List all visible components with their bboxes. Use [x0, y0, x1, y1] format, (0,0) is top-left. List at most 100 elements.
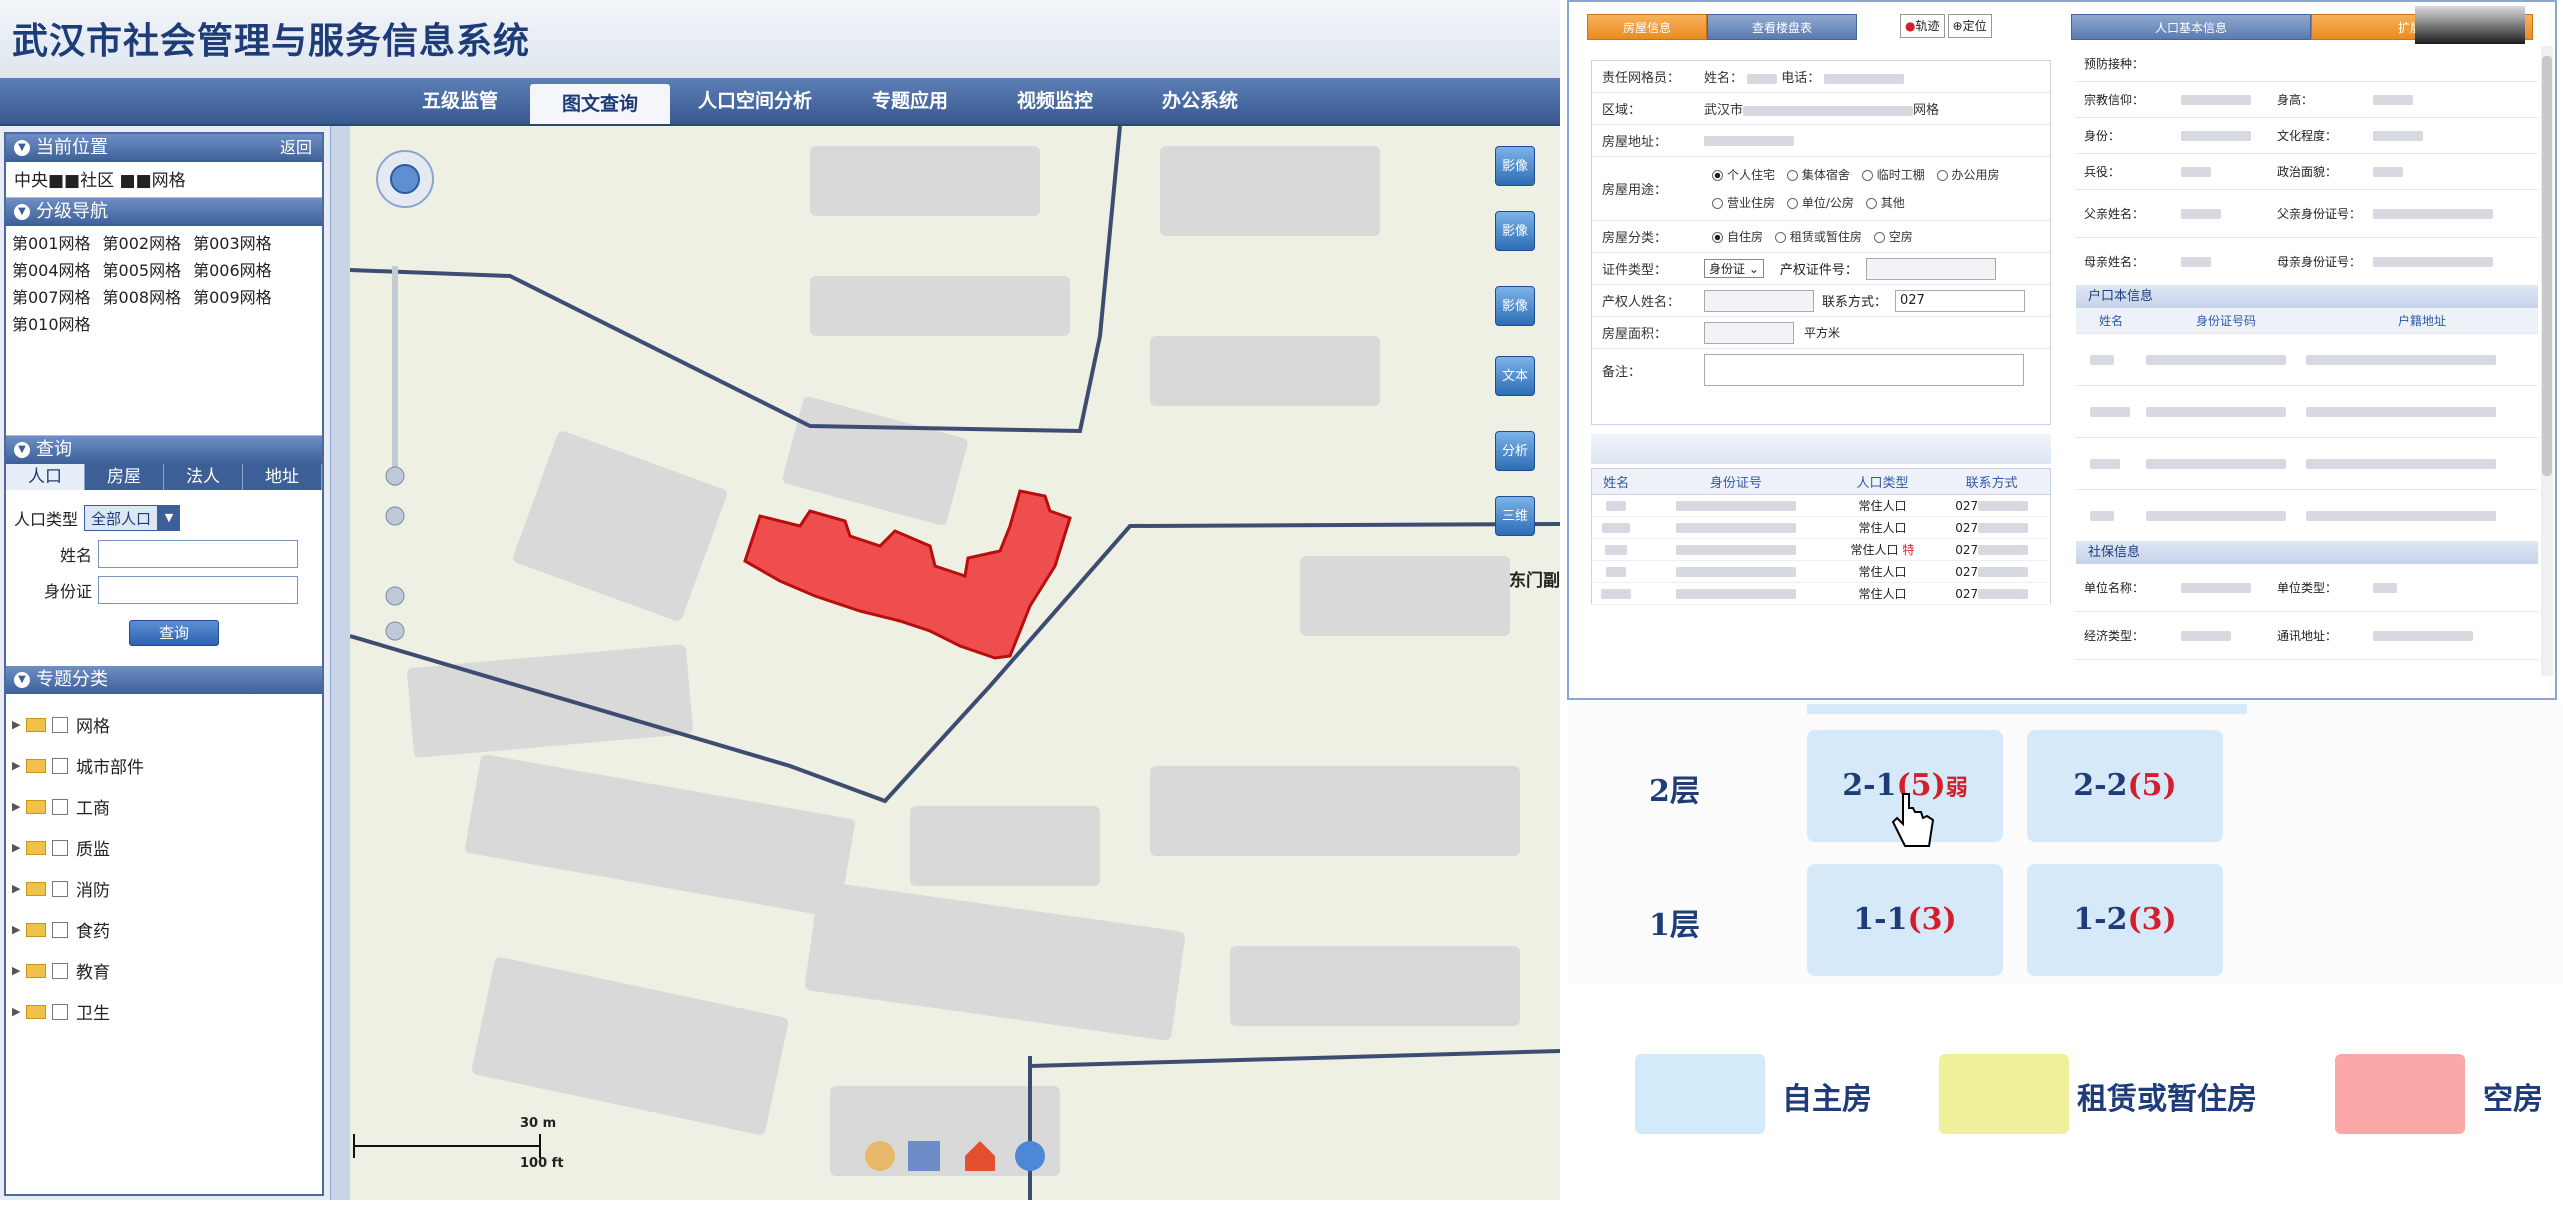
topic-item[interactable]: ▶ 城市部件 — [12, 745, 316, 786]
table-row[interactable]: 常住人口 027 — [1591, 582, 2051, 605]
query-button[interactable]: 查询 — [129, 620, 219, 646]
radio-button[interactable] — [1861, 169, 1873, 181]
note-textarea[interactable] — [1704, 354, 2024, 386]
topic-checkbox[interactable] — [52, 839, 68, 856]
unit-1-2[interactable]: 1-2(3) — [2027, 864, 2223, 976]
table-row[interactable]: 常住人口 特 027 — [1591, 538, 2051, 561]
map-tool-imagery[interactable]: 影像 — [1495, 286, 1535, 326]
expand-icon[interactable]: ▶ — [12, 800, 22, 813]
expand-icon[interactable]: ▶ — [12, 841, 22, 854]
unit-1-1[interactable]: 1-1(3) — [1807, 864, 2003, 976]
topic-label: 工商 — [76, 799, 110, 819]
topic-item[interactable]: ▶ 消防 — [12, 868, 316, 909]
map-tool-imagery[interactable]: 影像 — [1495, 146, 1535, 186]
back-link[interactable]: 返回 — [280, 134, 312, 162]
topic-item[interactable]: ▶ 质监 — [12, 827, 316, 868]
nav-five-level[interactable]: 五级监管 — [390, 78, 530, 124]
radio-button[interactable] — [1786, 169, 1798, 181]
radio-button[interactable] — [1774, 232, 1786, 243]
radio-button[interactable] — [1712, 169, 1723, 181]
tab-population[interactable]: 人口 — [6, 464, 85, 490]
expand-icon[interactable]: ▶ — [12, 964, 22, 977]
chevron-down-icon[interactable]: ▼ — [158, 505, 181, 531]
radio-button[interactable] — [1873, 232, 1885, 243]
nav-map-query[interactable]: 图文查询 — [530, 84, 670, 124]
topic-checkbox[interactable] — [52, 757, 68, 774]
map-canvas[interactable]: 影像 影像 影像 文本 分析 三维 东门副 30 m 100 ft — [350, 126, 1560, 1200]
topic-checkbox[interactable] — [52, 716, 68, 733]
tab-address[interactable]: 地址 — [243, 464, 322, 490]
expand-icon[interactable]: ▶ — [12, 882, 22, 895]
tab-house-info[interactable]: 房屋信息 — [1587, 14, 1707, 40]
nav-video[interactable]: 视频监控 — [985, 78, 1125, 124]
radio-button[interactable] — [1712, 197, 1723, 209]
track-button[interactable]: ●轨迹 — [1900, 14, 1945, 38]
tab-person-basic[interactable]: 人口基本信息 — [2071, 14, 2311, 40]
nav-office[interactable]: 办公系统 — [1130, 78, 1270, 124]
map-tool-analysis[interactable]: 分析 — [1495, 431, 1535, 471]
unit-2-2[interactable]: 2-2(5) — [2027, 730, 2223, 842]
topic-item[interactable]: ▶ 卫生 — [12, 991, 316, 1032]
detail-scrollbar[interactable] — [2541, 46, 2553, 676]
chevron-down-icon[interactable]: ▼ — [14, 140, 30, 156]
chevron-down-icon[interactable]: ▼ — [14, 204, 30, 220]
radio-button[interactable] — [1936, 169, 1948, 181]
name-input[interactable] — [98, 540, 298, 568]
grid-link[interactable]: 第008网格 — [103, 284, 182, 311]
map-tool-text[interactable]: 文本 — [1495, 356, 1535, 396]
topic-checkbox[interactable] — [52, 1003, 68, 1020]
owner-input[interactable] — [1704, 289, 1814, 312]
contact-input[interactable]: 027 — [1895, 289, 2026, 312]
size-input[interactable] — [1704, 321, 1794, 344]
tab-housing[interactable]: 房屋 — [85, 464, 164, 490]
topic-checkbox[interactable] — [52, 798, 68, 815]
locate-button[interactable]: ⊕定位 — [1947, 14, 1992, 38]
expand-icon[interactable]: ▶ — [12, 718, 22, 731]
topic-checkbox[interactable] — [52, 921, 68, 938]
tab-legal-person[interactable]: 法人 — [164, 464, 243, 490]
grid-link[interactable]: 第001网格 — [12, 230, 91, 257]
radio-button[interactable] — [1865, 197, 1877, 209]
grid-link[interactable]: 第004网格 — [12, 257, 91, 284]
table-row[interactable]: 常住人口 027 — [1591, 516, 2051, 539]
topic-item[interactable]: ▶ 教育 — [12, 950, 316, 991]
chevron-down-icon[interactable]: ▼ — [14, 442, 30, 458]
topic-checkbox[interactable] — [52, 962, 68, 979]
grid-link[interactable]: 第007网格 — [12, 284, 91, 311]
table-row[interactable] — [2076, 490, 2538, 542]
id-input[interactable] — [98, 576, 298, 604]
topic-checkbox[interactable] — [52, 880, 68, 897]
table-row[interactable] — [2076, 438, 2538, 490]
grid-link[interactable]: 第003网格 — [193, 230, 272, 257]
table-row[interactable] — [2076, 386, 2538, 438]
topic-item[interactable]: ▶ 网格 — [12, 704, 316, 745]
grid-link[interactable]: 第006网格 — [193, 257, 272, 284]
expand-icon[interactable]: ▶ — [12, 1005, 22, 1018]
expand-icon[interactable]: ▶ — [12, 759, 22, 772]
redacted — [1978, 545, 2029, 555]
radio-button[interactable] — [1712, 232, 1723, 243]
grid-link[interactable]: 第010网格 — [12, 311, 91, 338]
chevron-down-icon[interactable]: ▼ — [14, 672, 30, 688]
grid-link[interactable]: 第005网格 — [103, 257, 182, 284]
table-row[interactable]: 常住人口 027 — [1591, 560, 2051, 583]
sidebar-splitter[interactable] — [330, 126, 350, 1200]
nav-population-analysis[interactable]: 人口空间分析 — [670, 78, 840, 124]
topic-item[interactable]: ▶ 食药 — [12, 909, 316, 950]
cert-no-input[interactable] — [1865, 257, 1996, 280]
map-tool-imagery[interactable]: 影像 — [1495, 211, 1535, 251]
table-row[interactable]: 常住人口 027 — [1591, 494, 2051, 517]
map-tool-3d[interactable]: 三维 — [1495, 496, 1535, 536]
radio-button[interactable] — [1786, 197, 1798, 209]
cert-type-select[interactable]: 身份证 ⌄ — [1704, 259, 1764, 278]
population-type-select[interactable]: 全部人口 — [84, 505, 159, 531]
grid-link[interactable]: 第009网格 — [193, 284, 272, 311]
grid-link[interactable]: 第002网格 — [103, 230, 182, 257]
scrollbar-thumb[interactable] — [2542, 56, 2552, 476]
tab-building-table[interactable]: 查看楼盘表 — [1707, 14, 1857, 40]
table-row[interactable] — [2076, 334, 2538, 386]
redacted — [2306, 511, 2496, 521]
nav-topic-apps[interactable]: 专题应用 — [840, 78, 980, 124]
expand-icon[interactable]: ▶ — [12, 923, 22, 936]
topic-item[interactable]: ▶ 工商 — [12, 786, 316, 827]
